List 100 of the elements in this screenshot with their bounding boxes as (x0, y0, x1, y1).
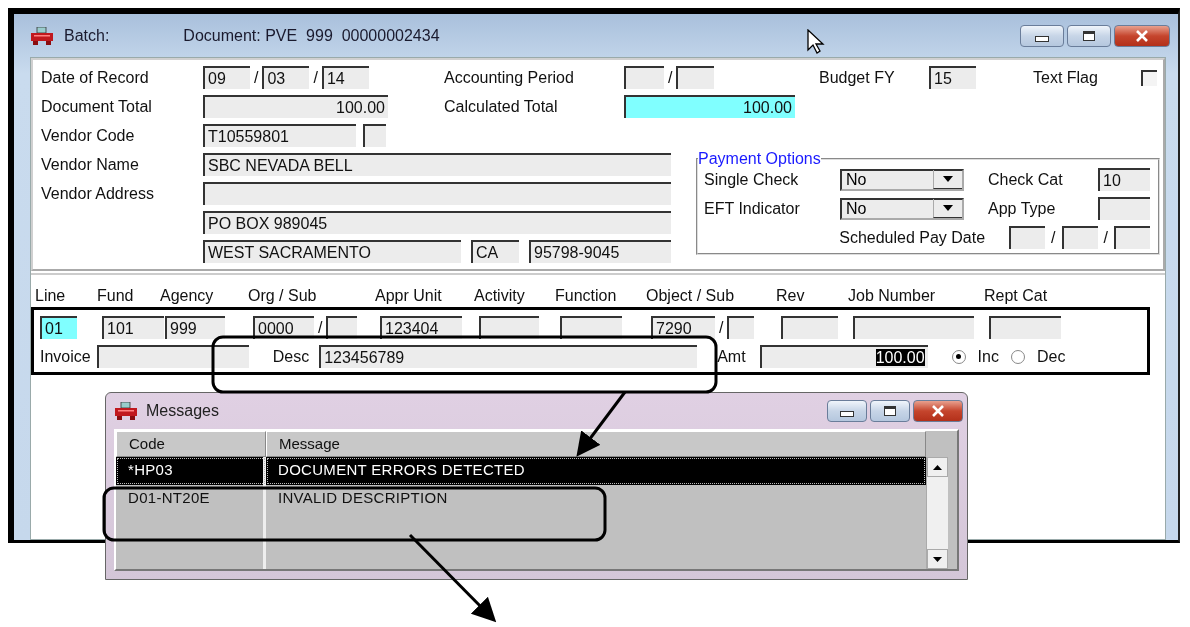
text-field[interactable] (624, 66, 664, 89)
maximize-button[interactable] (1067, 24, 1111, 47)
field-label: Desc (272, 347, 310, 367)
text-field[interactable]: T10559801 (203, 124, 356, 147)
group-title: Payment Options (698, 150, 821, 168)
radio-label: Dec (1036, 347, 1066, 367)
close-icon (930, 405, 945, 417)
checkbox[interactable] (1141, 69, 1157, 86)
text-field[interactable]: 10 (1098, 168, 1150, 191)
text-field[interactable] (781, 316, 838, 339)
text-field[interactable] (1098, 197, 1150, 220)
document-title: Document: PVE 999 00000002434 (183, 26, 440, 45)
text-field[interactable]: CA (471, 240, 519, 263)
date-separator: / (254, 68, 259, 87)
scroll-down-icon (933, 556, 942, 562)
text-field[interactable] (1061, 226, 1098, 249)
field-separator: / (719, 318, 724, 337)
column-header: Message (266, 431, 926, 457)
column-label: Job Number (848, 285, 936, 306)
text-field[interactable]: 101 (102, 316, 164, 339)
field-label: Scheduled Pay Date (839, 228, 986, 248)
minimize-button[interactable] (1020, 24, 1064, 47)
field-label: Date of Record (41, 68, 150, 88)
field-label: Calculated Total (444, 97, 559, 117)
text-field[interactable]: 123456789 (319, 345, 698, 368)
minimize-button[interactable] (827, 400, 867, 422)
table-cell[interactable]: *HP03 (116, 457, 266, 485)
field-label: EFT Indicator (704, 199, 801, 219)
table-cell[interactable]: DOCUMENT ERRORS DETECTED (266, 457, 926, 485)
text-field[interactable] (853, 316, 974, 339)
text-field[interactable]: PO BOX 989045 (203, 211, 671, 234)
column-label: Org / Sub (248, 285, 317, 306)
field-label: Document Total (41, 97, 153, 117)
text-field[interactable]: 100.00 (203, 95, 388, 118)
field-label: Amt (717, 347, 746, 367)
date-separator: / (313, 68, 318, 87)
date-separator: / (1051, 228, 1056, 247)
table-cell[interactable]: D01-NT20E (116, 485, 266, 513)
field-label: Accounting Period (444, 68, 575, 88)
text-field[interactable] (1009, 226, 1046, 249)
text-field[interactable]: 999 (165, 316, 225, 339)
text-field[interactable] (96, 345, 249, 368)
dropdown[interactable]: No (840, 197, 964, 220)
text-field[interactable]: 09 (203, 66, 250, 89)
column-label: Activity (474, 285, 525, 306)
callout-arrow (576, 391, 627, 457)
date-separator: / (668, 68, 673, 87)
maximize-icon (1083, 30, 1095, 41)
dropdown[interactable]: No (840, 168, 964, 191)
amount-field[interactable]: 100.00 (759, 345, 928, 368)
close-button[interactable] (912, 400, 963, 422)
text-field[interactable] (727, 316, 755, 339)
field-label: Vendor Code (41, 126, 136, 146)
minimize-icon (1035, 35, 1049, 42)
text-field[interactable]: SBC NEVADA BELL (203, 153, 671, 176)
column-label: Rept Cat (984, 285, 1048, 306)
minimize-icon (840, 411, 855, 417)
column-header: Code (116, 431, 266, 457)
window-title: Messages (146, 402, 220, 420)
column-label: Line (35, 285, 66, 306)
field-label: Vendor Address (41, 184, 155, 204)
column-label: Appr Unit (375, 285, 442, 306)
radio-button[interactable] (951, 349, 966, 364)
text-field[interactable]: 95798-9045 (529, 240, 671, 263)
field-label: Single Check (704, 170, 800, 190)
field-label: Vendor Name (41, 155, 140, 175)
text-field[interactable] (1114, 226, 1150, 249)
field-label: Invoice (40, 347, 91, 367)
date-separator: / (1103, 228, 1108, 247)
dropdown-arrow-icon (933, 199, 962, 218)
maximize-button[interactable] (870, 400, 910, 422)
radio-button[interactable] (1010, 349, 1025, 364)
field-label: Text Flag (1033, 68, 1099, 88)
column-label: Function (555, 285, 617, 306)
column-label: Agency (160, 285, 214, 306)
column-label: Rev (776, 285, 805, 306)
table-cell[interactable]: INVALID DESCRIPTION (266, 485, 926, 513)
maximize-icon (883, 406, 896, 416)
text-field[interactable] (203, 182, 671, 205)
text-field[interactable]: 15 (929, 66, 976, 89)
field-label: Budget FY (819, 68, 896, 88)
radio-label: Inc (977, 347, 999, 367)
field-label: App Type (988, 199, 1057, 219)
text-field[interactable] (676, 66, 715, 89)
text-field[interactable]: 14 (321, 66, 369, 89)
printer-icon (30, 26, 54, 45)
scrollbar[interactable] (926, 457, 948, 569)
close-button[interactable] (1114, 24, 1170, 47)
text-field[interactable]: WEST SACRAMENTO (203, 240, 461, 263)
text-field[interactable]: 100.00 (624, 95, 795, 118)
text-field[interactable]: 03 (262, 66, 310, 89)
field-label: Check Cat (988, 170, 1064, 190)
text-field[interactable] (989, 316, 1061, 339)
close-icon (1135, 29, 1149, 42)
text-field[interactable] (363, 124, 386, 147)
window-title: Batch: (64, 26, 110, 45)
dropdown-arrow-icon (933, 170, 962, 189)
text-field[interactable]: 01 (40, 316, 77, 339)
printer-icon (114, 402, 138, 420)
field-separator: / (318, 318, 323, 337)
